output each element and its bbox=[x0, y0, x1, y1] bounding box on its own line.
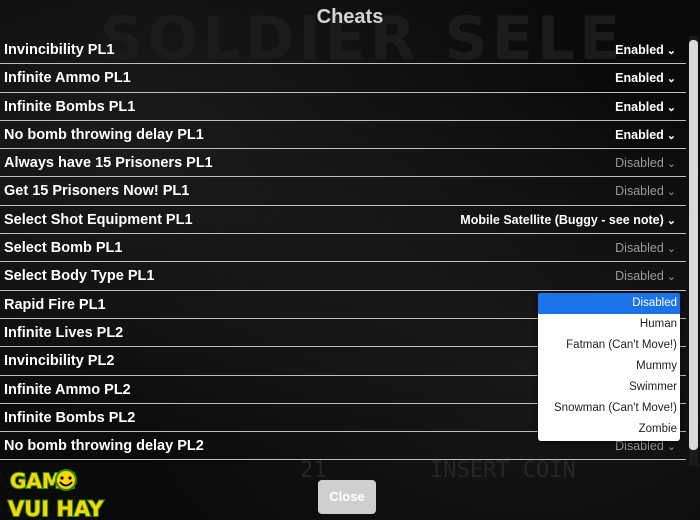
cheat-label: Infinite Ammo PL1 bbox=[4, 70, 131, 87]
cheat-select[interactable]: Enabled ⌄ bbox=[615, 71, 676, 85]
hud-insert-coin: INSERT COIN bbox=[430, 458, 576, 483]
cheat-label: Invincibility PL1 bbox=[4, 42, 115, 58]
cheat-select-value: Disabled bbox=[615, 184, 664, 199]
dropdown-option[interactable]: Human bbox=[538, 314, 680, 335]
cheat-row: Invincibility PL1 Enabled ⌄ bbox=[0, 36, 686, 65]
close-button[interactable]: Close bbox=[318, 480, 376, 514]
cheat-select-value: Disabled bbox=[615, 439, 664, 454]
logo-line2: VUI HAY bbox=[8, 497, 104, 520]
cheat-select[interactable]: Disabled ⌄ bbox=[615, 241, 676, 255]
chevron-down-icon: ⌄ bbox=[666, 271, 676, 284]
cheat-label: Get 15 Prisoners Now! PL1 bbox=[4, 183, 190, 200]
cheat-select[interactable]: Disabled ⌄ bbox=[615, 184, 676, 198]
cheat-row: Get 15 Prisoners Now! PL1 Disabled ⌄ bbox=[0, 177, 686, 206]
cheat-row: Always have 15 Prisoners PL1 Disabled ⌄ bbox=[0, 149, 686, 178]
cheat-label: Select Bomb PL1 bbox=[4, 240, 123, 257]
scrollbar-thumb[interactable] bbox=[689, 40, 698, 450]
cheat-row: Select Body Type PL1 Disabled ⌄ bbox=[0, 262, 686, 291]
cheat-row: Select Shot Equipment PL1 Mobile Satellit… bbox=[0, 206, 686, 235]
game-vui-hay-logo[interactable]: GAME VUI HAY bbox=[4, 466, 130, 520]
cheat-select-value: Enabled bbox=[615, 43, 664, 57]
cheat-label: Always have 15 Prisoners PL1 bbox=[4, 155, 213, 172]
chevron-down-icon: ⌄ bbox=[666, 158, 676, 171]
cheat-select-value: Mobile Satellite (Buggy - see note) bbox=[460, 212, 664, 227]
dropdown-option[interactable]: Swimmer bbox=[538, 377, 680, 398]
dropdown-option[interactable]: Disabled bbox=[538, 293, 680, 314]
chevron-down-icon: ⌄ bbox=[666, 214, 676, 227]
cheat-select-value: Enabled bbox=[615, 99, 664, 114]
cheat-select[interactable]: Enabled ⌄ bbox=[615, 43, 676, 57]
chevron-down-icon: ⌄ bbox=[666, 101, 676, 114]
cheat-select-value: Disabled bbox=[615, 241, 664, 256]
cheat-select-value: Enabled bbox=[615, 71, 664, 86]
cheat-label: No bomb throwing delay PL1 bbox=[4, 126, 204, 143]
cheat-label: Select Body Type PL1 bbox=[4, 268, 155, 285]
chevron-down-icon: ⌄ bbox=[666, 45, 676, 57]
cheat-row: No bomb throwing delay PL1 Enabled ⌄ bbox=[0, 121, 686, 150]
dropdown-option[interactable]: Fatman (Can't Move!) bbox=[538, 335, 680, 356]
cheat-select-value: Enabled bbox=[615, 127, 664, 142]
cheat-select[interactable]: Disabled ⌄ bbox=[615, 156, 676, 170]
chevron-down-icon: ⌄ bbox=[666, 129, 676, 142]
cheat-row: Infinite Bombs PL1 Enabled ⌄ bbox=[0, 93, 686, 121]
smiley-icon bbox=[55, 469, 77, 491]
dropdown-option[interactable]: Mummy bbox=[538, 356, 680, 377]
cheat-label: Infinite Lives PL2 bbox=[4, 324, 124, 341]
cheat-label: No bomb throwing delay PL2 bbox=[4, 438, 204, 455]
background-hud: 21 INSERT COIN bbox=[240, 458, 660, 498]
dropdown-option[interactable]: Snowman (Can't Move!) bbox=[538, 398, 680, 419]
cheat-label: Infinite Bombs PL2 bbox=[4, 409, 136, 426]
cheat-label: Select Shot Equipment PL1 bbox=[4, 211, 193, 228]
dropdown-option[interactable]: Zombie bbox=[538, 419, 680, 440]
modal-title: Cheats bbox=[316, 6, 384, 28]
cheat-select[interactable]: Enabled ⌄ bbox=[615, 100, 676, 114]
cheat-row: Infinite Ammo PL1 Enabled ⌄ bbox=[0, 64, 686, 93]
cheat-select-value: Disabled bbox=[615, 269, 664, 284]
cheat-label: Infinite Ammo PL2 bbox=[4, 381, 131, 398]
cheat-select[interactable]: Enabled ⌄ bbox=[615, 128, 676, 142]
body-type-dropdown[interactable]: Disabled Human Fatman (Can't Move!) Mummy Sw… bbox=[538, 293, 680, 441]
cheat-label: Invincibility PL2 bbox=[4, 353, 115, 370]
cheat-label: Rapid Fire PL1 bbox=[4, 296, 106, 313]
cheat-row: Select Bomb PL1 Disabled ⌄ bbox=[0, 234, 686, 263]
cheat-select[interactable]: Mobile Satellite (Buggy - see note) ⌄ bbox=[460, 213, 676, 227]
cheat-select[interactable]: Disabled ⌄ bbox=[615, 269, 676, 283]
chevron-down-icon: ⌄ bbox=[666, 186, 676, 199]
chevron-down-icon: ⌄ bbox=[666, 441, 676, 454]
cheat-select[interactable]: Disabled ⌄ bbox=[615, 439, 676, 453]
chevron-down-icon: ⌄ bbox=[666, 243, 676, 256]
cheat-select-value: Disabled bbox=[615, 156, 664, 171]
chevron-down-icon: ⌄ bbox=[666, 73, 676, 86]
cheat-label: Infinite Bombs PL1 bbox=[4, 98, 136, 115]
